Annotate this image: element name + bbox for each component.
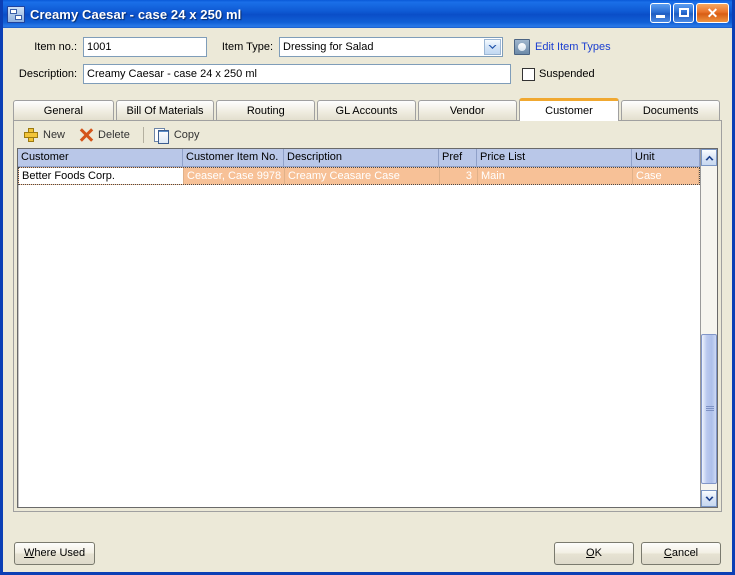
minimize-button[interactable] (650, 3, 671, 23)
tab-vendor[interactable]: Vendor (417, 100, 517, 120)
edit-item-types-icon (514, 39, 530, 55)
description-input[interactable] (83, 64, 511, 84)
column-header-customer-item-no[interactable]: Customer Item No. (183, 149, 284, 166)
tab-label: Routing (246, 104, 285, 117)
item-type-value: Dressing for Salad (283, 41, 374, 53)
tab-gl-accounts[interactable]: GL Accounts (317, 100, 416, 120)
cell-pref[interactable]: 3 (440, 168, 478, 184)
new-button[interactable]: New (18, 123, 73, 146)
cell-price-list[interactable]: Main (478, 168, 633, 184)
titlebar: Creamy Caesar - case 24 x 250 ml ✕ (3, 0, 732, 28)
item-no-input[interactable] (83, 37, 207, 57)
tab-customer[interactable]: Customer (518, 98, 620, 121)
plus-icon (23, 127, 39, 143)
cell-customer-item-no[interactable]: Ceaser, Case 9978 (184, 168, 285, 184)
copy-button-label: Copy (173, 128, 200, 141)
column-header-description[interactable]: Description (284, 149, 439, 166)
client-area: Item no.: Item Type: Dressing for Salad … (3, 28, 732, 572)
maximize-icon (679, 8, 689, 17)
copy-button[interactable]: Copy (149, 123, 208, 146)
tab-label: Bill Of Materials (126, 104, 204, 117)
delete-button-label: Delete (98, 128, 130, 141)
chevron-down-icon[interactable] (484, 39, 501, 55)
delete-button[interactable]: Delete (73, 123, 138, 146)
tab-label: Documents (642, 104, 699, 117)
edit-item-types-label[interactable]: Edit Item Types (535, 41, 611, 53)
grid-toolbar: New Delete Copy (14, 121, 721, 146)
where-used-button[interactable]: Where Used (14, 541, 96, 565)
column-header-pref[interactable]: Pref (439, 149, 477, 166)
ok-accel: O (586, 547, 595, 559)
grid-vertical-scrollbar[interactable] (700, 149, 717, 507)
toolbar-separator (142, 126, 144, 143)
item-type-select[interactable]: Dressing for Salad (279, 37, 503, 57)
scroll-up-icon[interactable] (701, 149, 717, 166)
tab-general[interactable]: General (13, 100, 114, 120)
tab-label: Customer (545, 104, 593, 117)
minimize-icon (656, 15, 665, 18)
ok-button[interactable]: OK (554, 541, 634, 565)
new-button-label: New (43, 128, 66, 141)
delete-x-icon (78, 127, 94, 143)
scrollbar-track[interactable] (701, 166, 717, 490)
grid-inner: Customer Customer Item No. Description P… (18, 149, 717, 507)
cancel-button[interactable]: Cancel (641, 541, 721, 565)
column-header-customer[interactable]: Customer (18, 149, 183, 166)
item-type-label: Item Type: (221, 41, 273, 53)
customer-items-grid: Customer Customer Item No. Description P… (17, 148, 718, 508)
copy-icon (153, 127, 170, 144)
maximize-button[interactable] (673, 3, 694, 23)
tab-routing[interactable]: Routing (216, 100, 316, 120)
cancel-accel: C (663, 547, 672, 559)
ok-label: K (594, 547, 602, 559)
grid-empty-area[interactable] (18, 185, 700, 507)
grid-columns-area: Customer Customer Item No. Description P… (18, 149, 700, 507)
customer-tab-panel: New Delete Copy Customer Customer Item N… (13, 120, 722, 512)
suspended-checkbox-wrap[interactable]: Suspended (522, 67, 595, 81)
cell-customer[interactable]: Better Foods Corp. (19, 168, 184, 184)
column-header-unit[interactable]: Unit (632, 149, 700, 166)
tab-label: Vendor (449, 104, 485, 117)
dialog-footer: Where Used OK Cancel (3, 534, 732, 572)
grid-header-row: Customer Customer Item No. Description P… (18, 149, 700, 167)
grid-body: Better Foods Corp. Ceaser, Case 9978 Cre… (18, 167, 700, 507)
scroll-down-icon[interactable] (701, 490, 717, 507)
tabstrip: General Bill Of Materials Routing GL Acc… (13, 98, 722, 121)
item-no-label: Item no.: (34, 41, 77, 53)
window-icon (7, 5, 25, 23)
edit-item-types[interactable]: Edit Item Types (514, 39, 611, 55)
tab-label: GL Accounts (335, 104, 398, 117)
description-label: Description: (18, 68, 77, 80)
table-row[interactable]: Better Foods Corp. Ceaser, Case 9978 Cre… (18, 167, 700, 185)
suspended-label: Suspended (539, 68, 595, 80)
close-icon: ✕ (706, 5, 719, 21)
description-row: Description: Suspended (13, 64, 722, 84)
suspended-checkbox[interactable] (522, 67, 535, 81)
item-no-row: Item no.: Item Type: Dressing for Salad … (13, 37, 722, 57)
window-title: Creamy Caesar - case 24 x 250 ml (30, 6, 242, 22)
scrollbar-grip-icon (706, 405, 714, 412)
close-button[interactable]: ✕ (696, 3, 729, 23)
item-header-form: Item no.: Item Type: Dressing for Salad … (3, 28, 732, 96)
tab-documents[interactable]: Documents (621, 100, 721, 120)
cell-description[interactable]: Creamy Ceasare Case (285, 168, 440, 184)
cell-unit[interactable]: Case (633, 168, 699, 184)
where-used-label: here Used (34, 547, 86, 559)
where-used-accel: W (24, 547, 35, 559)
cancel-label: ancel (671, 547, 699, 559)
window-controls: ✕ (650, 3, 729, 23)
scrollbar-thumb[interactable] (701, 334, 717, 484)
tab-bill-of-materials[interactable]: Bill Of Materials (115, 100, 215, 120)
column-header-price-list[interactable]: Price List (477, 149, 632, 166)
item-dialog-window: Creamy Caesar - case 24 x 250 ml ✕ Item … (0, 0, 735, 575)
tab-label: General (43, 104, 83, 117)
